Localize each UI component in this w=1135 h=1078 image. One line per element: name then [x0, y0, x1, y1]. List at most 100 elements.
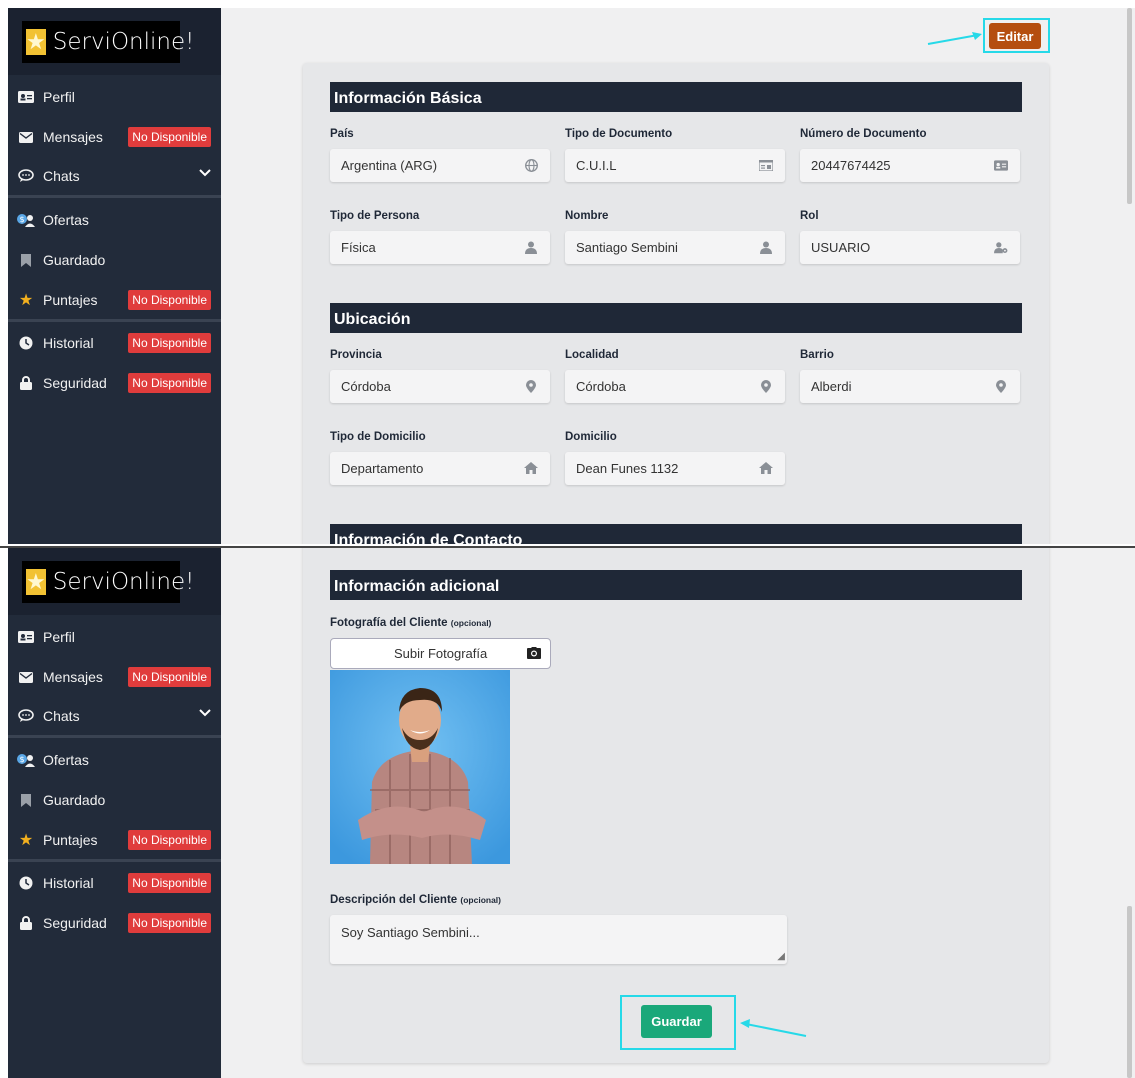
edit-button[interactable]: Editar — [989, 23, 1041, 49]
section-header-basic: Información Básica — [330, 82, 1022, 112]
field-label: Número de Documento — [800, 128, 927, 140]
field-label: Nombre — [565, 210, 609, 222]
chevron-down-icon[interactable] — [199, 705, 211, 720]
role-field[interactable]: USUARIO — [800, 231, 1020, 264]
sidebar-item-perfil[interactable]: Perfil — [8, 620, 221, 654]
sidebar-item-puntajes[interactable]: ★ Puntajes No Disponible — [8, 823, 221, 857]
field-label: Barrio — [800, 349, 834, 361]
country-field[interactable]: Argentina (ARG) — [330, 149, 550, 182]
locality-field[interactable]: Córdoba — [565, 370, 785, 403]
upload-photo-label: Subir Fotografía — [394, 646, 488, 661]
app-title: ServiOnline! — [52, 569, 195, 595]
document-type-field[interactable]: C.U.I.L — [565, 149, 785, 182]
id-card-icon — [9, 631, 43, 643]
star-icon: ★ — [18, 292, 34, 309]
sidebar-item-historial[interactable]: Historial No Disponible — [8, 866, 221, 900]
chat-bubble-icon — [9, 169, 43, 183]
screenshot-top: ★ ServiOnline! Perfil Mensajes No Dispon… — [8, 8, 1135, 544]
sidebar-item-seguridad[interactable]: Seguridad No Disponible — [8, 366, 221, 400]
map-pin-icon — [994, 379, 1008, 393]
sidebar-item-label: Perfil — [43, 629, 75, 645]
status-badge: No Disponible — [128, 333, 211, 353]
section-header-contact: Información de Contacto — [330, 524, 1022, 544]
photo-label: Fotografía del Cliente (opcional) — [330, 617, 491, 629]
sidebar-item-ofertas[interactable]: $ Ofertas — [8, 203, 221, 237]
sidebar-divider — [8, 195, 221, 198]
money-user-icon: $ — [9, 213, 43, 227]
star-logo-icon: ★ — [26, 29, 46, 55]
field-label: Provincia — [330, 349, 382, 361]
save-button[interactable]: Guardar — [641, 1005, 712, 1038]
sidebar-item-seguridad[interactable]: Seguridad No Disponible — [8, 906, 221, 940]
user-icon — [759, 240, 773, 254]
star-logo-icon: ★ — [26, 569, 46, 595]
field-label: Rol — [800, 210, 819, 222]
field-value: Argentina (ARG) — [341, 158, 438, 173]
section-header-location: Ubicación — [330, 303, 1022, 333]
description-label-text: Descripción del Cliente — [330, 894, 458, 906]
sidebar-divider — [8, 319, 221, 322]
bookmark-icon — [9, 793, 43, 807]
sidebar-item-puntajes[interactable]: ★ Puntajes No Disponible — [8, 283, 221, 317]
field-value: USUARIO — [811, 240, 871, 255]
neighborhood-field[interactable]: Alberdi — [800, 370, 1020, 403]
field-value: 20447674425 — [811, 158, 891, 173]
field-label: Tipo de Documento — [565, 128, 673, 140]
lock-icon — [9, 376, 43, 390]
sidebar-item-guardado[interactable]: Guardado — [8, 783, 221, 817]
field-value: Córdoba — [341, 379, 391, 394]
sidebar-item-chats[interactable]: Chats — [8, 159, 221, 193]
optional-tag: (opcional) — [460, 895, 501, 905]
sidebar-item-ofertas[interactable]: $ Ofertas — [8, 743, 221, 777]
clock-icon — [9, 336, 43, 350]
envelope-icon — [9, 131, 43, 143]
chevron-down-icon[interactable] — [199, 165, 211, 180]
user-icon — [524, 240, 538, 254]
sidebar-item-label: Perfil — [43, 89, 75, 105]
app-logo[interactable]: ★ ServiOnline! — [22, 21, 194, 63]
resize-handle-icon[interactable]: ◢ — [777, 951, 785, 962]
description-textarea[interactable]: Soy Santiago Sembini... ◢ — [330, 915, 787, 964]
field-label: Localidad — [565, 349, 619, 361]
section-header-additional: Información adicional — [330, 570, 1022, 600]
status-badge: No Disponible — [128, 290, 211, 310]
photo-label-text: Fotografía del Cliente — [330, 617, 448, 629]
sidebar-item-mensajes[interactable]: Mensajes No Disponible — [8, 120, 221, 154]
id-card-icon — [759, 158, 773, 172]
id-card-icon — [9, 91, 43, 103]
sidebar-item-chats[interactable]: Chats — [8, 699, 221, 733]
scrollbar-thumb[interactable] — [1127, 8, 1132, 204]
chat-bubble-icon — [9, 709, 43, 723]
document-number-field[interactable]: 20447674425 — [800, 149, 1020, 182]
map-pin-icon — [524, 379, 538, 393]
description-label: Descripción del Cliente (opcional) — [330, 894, 501, 906]
sidebar-divider — [8, 859, 221, 862]
svg-text:$: $ — [19, 755, 24, 764]
sidebar-item-historial[interactable]: Historial No Disponible — [8, 326, 221, 360]
sidebar-item-label: Guardado — [43, 792, 106, 808]
app-title: ServiOnline! — [52, 29, 195, 55]
field-value: Alberdi — [811, 379, 852, 394]
residence-type-field[interactable]: Departamento — [330, 452, 550, 485]
sidebar-item-perfil[interactable]: Perfil — [8, 80, 221, 114]
name-field[interactable]: Santiago Sembini — [565, 231, 785, 264]
home-icon — [759, 461, 773, 475]
field-label: Tipo de Domicilio — [330, 431, 426, 443]
app-logo[interactable]: ★ ServiOnline! — [22, 561, 194, 603]
scrollbar-thumb[interactable] — [1127, 906, 1132, 1078]
sidebar-item-guardado[interactable]: Guardado — [8, 243, 221, 277]
optional-tag: (opcional) — [450, 618, 492, 628]
address-field[interactable]: Dean Funes 1132 — [565, 452, 785, 485]
field-value: Santiago Sembini — [576, 240, 678, 255]
sidebar-item-label: Chats — [43, 168, 80, 184]
status-badge: No Disponible — [128, 373, 211, 393]
upload-photo-button[interactable]: Subir Fotografía — [330, 638, 551, 669]
sidebar-item-mensajes[interactable]: Mensajes No Disponible — [8, 660, 221, 694]
arrow-annotation — [927, 32, 982, 45]
status-badge: No Disponible — [128, 873, 211, 893]
envelope-icon — [9, 671, 43, 683]
status-badge: No Disponible — [128, 830, 211, 850]
province-field[interactable]: Córdoba — [330, 370, 550, 403]
sidebar-item-label: Ofertas — [43, 752, 89, 768]
person-type-field[interactable]: Física — [330, 231, 550, 264]
